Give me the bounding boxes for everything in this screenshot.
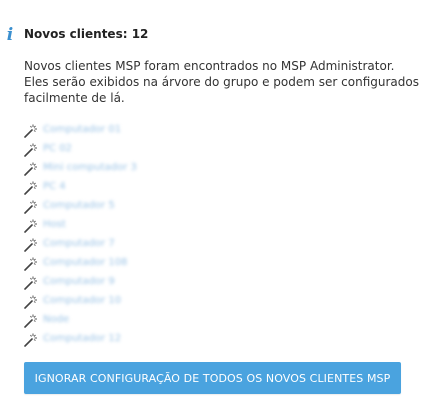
- client-list-item[interactable]: PC 02: [24, 139, 137, 158]
- magic-wand-icon: [24, 161, 38, 176]
- ignore-all-new-clients-button[interactable]: IGNORAR CONFIGURAÇÃO DE TODOS OS NOVOS C…: [24, 362, 401, 394]
- client-list-item[interactable]: Computador 7: [24, 234, 137, 253]
- client-list-item[interactable]: Computador 5: [24, 196, 137, 215]
- client-list-item[interactable]: Computador 9: [24, 272, 137, 291]
- client-list-item[interactable]: Mini computador 3: [24, 158, 137, 177]
- client-link[interactable]: Computador 01: [43, 124, 121, 135]
- client-link[interactable]: Computador 9: [43, 276, 115, 287]
- client-link[interactable]: Computador 7: [43, 238, 115, 249]
- magic-wand-icon: [24, 199, 38, 214]
- client-list-item[interactable]: PC 4: [24, 177, 137, 196]
- magic-wand-icon: [24, 294, 38, 309]
- magic-wand-icon: [24, 180, 38, 195]
- magic-wand-icon: [24, 313, 38, 328]
- client-list-item[interactable]: Computador 10: [24, 291, 137, 310]
- client-list-item[interactable]: Computador 01: [24, 120, 137, 139]
- client-link[interactable]: PC 4: [43, 181, 66, 192]
- magic-wand-icon: [24, 332, 38, 347]
- client-link[interactable]: Node: [43, 314, 69, 325]
- magic-wand-icon: [24, 123, 38, 138]
- client-link[interactable]: Mini computador 3: [43, 162, 137, 173]
- client-link[interactable]: Computador 5: [43, 200, 115, 211]
- client-link[interactable]: Host: [43, 219, 66, 230]
- client-list-item[interactable]: Host: [24, 215, 137, 234]
- notice-description: Novos clientes MSP foram encontrados no …: [24, 59, 419, 105]
- client-link[interactable]: Computador 12: [43, 333, 121, 344]
- info-icon: i: [6, 25, 14, 45]
- magic-wand-icon: [24, 142, 38, 157]
- client-link[interactable]: PC 02: [43, 143, 72, 154]
- client-list-item[interactable]: Computador 108: [24, 253, 137, 272]
- magic-wand-icon: [24, 218, 38, 233]
- client-link[interactable]: Computador 108: [43, 257, 127, 268]
- notice-title: Novos clientes: 12: [24, 27, 149, 41]
- magic-wand-icon: [24, 275, 38, 290]
- new-clients-list: Computador 01 PC 02 Mini computador 3 PC 4 C…: [24, 120, 137, 348]
- magic-wand-icon: [24, 256, 38, 271]
- client-link[interactable]: Computador 10: [43, 295, 121, 306]
- magic-wand-icon: [24, 237, 38, 252]
- client-list-item[interactable]: Node: [24, 310, 137, 329]
- client-list-item[interactable]: Computador 12: [24, 329, 137, 348]
